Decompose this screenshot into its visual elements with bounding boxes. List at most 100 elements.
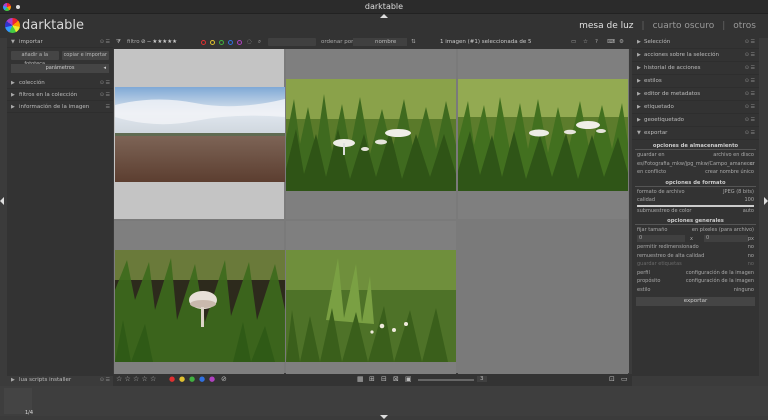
file-format-select[interactable]: formato de archivo JPEG (8 bits) — [632, 188, 759, 197]
color-label-green[interactable] — [219, 40, 224, 45]
clear-labels-icon[interactable]: ⊘ — [221, 375, 227, 383]
module-export[interactable]: ▼ exportar ⊙ ☰ — [632, 127, 759, 140]
color-label-yellow[interactable] — [210, 40, 215, 45]
store-tags-select[interactable]: guardar etiquetas no — [632, 260, 759, 269]
focus-peaking-icon[interactable]: ⊡ — [609, 375, 615, 383]
module-image-information[interactable]: ▶ información de la imagen ☰ — [7, 101, 113, 113]
module-menu-icon[interactable]: ⊙ ☰ — [745, 36, 755, 49]
module-menu-icon[interactable]: ⊙ ☰ — [745, 127, 755, 140]
field-value: 100 — [744, 197, 754, 203]
parameters-toggle[interactable]: parámetros ◂ — [11, 64, 109, 73]
shortcuts-icon[interactable]: ⌨ — [607, 39, 615, 45]
collapse-top-panel-icon[interactable] — [380, 14, 388, 18]
module-reset-icon[interactable]: ⊙ ☰ — [100, 36, 110, 48]
view-other[interactable]: otros — [733, 21, 756, 31]
module-menu-icon[interactable]: ⊙ ☰ — [100, 374, 110, 386]
culling-dynamic-icon[interactable]: ⊠ — [393, 375, 399, 383]
collapse-left-panel-icon[interactable] — [0, 197, 4, 205]
yellow-label-icon[interactable]: ● — [179, 375, 185, 383]
module-styles[interactable]: ▶ estilos ⊙ ☰ — [632, 75, 759, 88]
grouping-icon[interactable]: ▭ — [571, 39, 576, 45]
view-darkroom[interactable]: cuarto oscuro — [653, 21, 715, 31]
red-label-icon[interactable]: ● — [169, 375, 175, 383]
thumbnail-cell[interactable] — [114, 221, 285, 391]
intent-select[interactable]: propósito configuración de la imagen — [632, 277, 759, 286]
zoom-slider[interactable] — [418, 379, 474, 381]
module-menu-icon[interactable]: ⊙ ☰ — [100, 89, 110, 101]
height-input[interactable]: 0 — [704, 234, 748, 242]
on-conflict-select[interactable]: en conflicto crear nombre único — [632, 168, 759, 177]
overlays-star-icon[interactable]: ☆ — [583, 39, 588, 45]
color-op-icon[interactable]: ◌ — [247, 39, 252, 45]
filter-icon[interactable]: ⧩ — [116, 39, 121, 46]
collapse-right-panel-icon[interactable] — [764, 197, 768, 205]
star-rating[interactable]: ☆ ☆ ☆ ☆ ☆ — [116, 375, 156, 383]
profile-select[interactable]: perfil configuración de la imagen — [632, 269, 759, 278]
copy-import-button[interactable]: copiar e importar — [61, 51, 109, 60]
rating-filter[interactable]: ⊘ ─ ★★★★★ — [141, 39, 177, 45]
module-metadata-editor[interactable]: ▶ editor de metadatos ⊙ ☰ — [632, 88, 759, 101]
sort-select[interactable]: nombre — [353, 38, 407, 46]
blue-label-icon[interactable]: ● — [199, 375, 205, 383]
view-lighttable[interactable]: mesa de luz — [579, 21, 633, 31]
preview-icon[interactable]: ▣ — [405, 375, 412, 383]
field-value: ninguno — [733, 286, 754, 293]
collapse-bottom-panel-icon[interactable] — [380, 415, 388, 419]
style-select[interactable]: estilo ninguno — [632, 286, 759, 295]
high-quality-resampling-select[interactable]: remuestreo de alta calidad no — [632, 252, 759, 261]
module-menu-icon[interactable]: ⊙ ☰ — [745, 62, 755, 75]
thumbnail-cell-selected[interactable] — [114, 49, 285, 219]
chroma-subsampling-select[interactable]: submuestreo de color auto — [632, 207, 759, 216]
module-geotagging[interactable]: ▶ geoetiquetado ⊙ ☰ — [632, 114, 759, 127]
color-label-red[interactable] — [201, 40, 206, 45]
module-menu-icon[interactable]: ⊙ ☰ — [745, 49, 755, 62]
search-input[interactable] — [268, 38, 316, 46]
module-menu-icon[interactable]: ☰ — [106, 101, 110, 113]
quality-slider[interactable]: calidad 100 — [632, 196, 759, 205]
export-path-input[interactable]: es/Fotografia_mkw/jpg_mkw/Campo_amanecer… — [632, 160, 759, 169]
module-collection-filters[interactable]: ▶ filtros en la colección ⊙ ☰ — [7, 89, 113, 101]
color-label-blue[interactable] — [228, 40, 233, 45]
collapsed-arrow-icon: ▶ — [11, 92, 15, 98]
module-menu-icon[interactable]: ⊙ ☰ — [100, 77, 110, 89]
field-value: no — [747, 252, 754, 259]
culling-icon[interactable]: ⊟ — [381, 375, 387, 383]
purple-label-icon[interactable]: ● — [209, 375, 215, 383]
width-input[interactable]: 0 — [637, 234, 685, 242]
app-header: darktable mesa de luz | cuarto oscuro | … — [0, 14, 768, 38]
target-storage-select[interactable]: guardar en archivo en disco — [632, 151, 759, 160]
module-menu-icon[interactable]: ⊙ ☰ — [745, 101, 755, 114]
module-collection[interactable]: ▶ colección ⊙ ☰ — [7, 77, 113, 89]
thumbnail-cell[interactable] — [286, 49, 456, 219]
green-label-icon[interactable]: ● — [189, 375, 195, 383]
set-size-select[interactable]: fijar tamaño en píxeles (para archivo) — [632, 226, 759, 235]
module-history-stack[interactable]: ▶ historial de acciones ⊙ ☰ — [632, 62, 759, 75]
module-selection[interactable]: ▶ Selección ⊙ ☰ — [632, 36, 759, 49]
field-value: configuración de la imagen — [685, 278, 754, 284]
field-value: configuración de la imagen — [685, 269, 754, 276]
module-menu-icon[interactable]: ⊙ ☰ — [745, 88, 755, 101]
thumbnail-grass-meadow — [286, 250, 456, 362]
thumbnail-cell[interactable] — [286, 221, 456, 391]
expanded-arrow-icon: ▼ — [637, 130, 641, 136]
module-import-header[interactable]: ▼ importar ⊙ ☰ — [7, 36, 113, 48]
add-to-library-button[interactable]: añadir a la fototeca — [11, 51, 59, 67]
module-menu-icon[interactable]: ⊙ ☰ — [745, 114, 755, 127]
display-profile-icon[interactable]: ▭ — [621, 375, 628, 383]
zoom-value[interactable]: 3 — [477, 376, 487, 382]
export-button[interactable]: exportar — [636, 297, 755, 306]
module-selected-actions[interactable]: ▶ acciones sobre la selección ⊙ ☰ — [632, 49, 759, 62]
folder-icon[interactable]: ▭ — [749, 160, 754, 169]
color-label-purple[interactable] — [237, 40, 242, 45]
preferences-gear-icon[interactable]: ⚙ — [619, 39, 624, 45]
module-tagging[interactable]: ▶ etiquetado ⊙ ☰ — [632, 101, 759, 114]
grid-layout-icon[interactable]: ▦ — [357, 375, 364, 383]
sort-direction-icon[interactable]: ⇅ — [411, 39, 416, 45]
allow-upscaling-select[interactable]: permitir redimensionado no — [632, 243, 759, 252]
help-icon[interactable]: ? — [595, 39, 598, 45]
module-lua-scripts[interactable]: ▶ lua scripts installer ⊙ ☰ — [7, 374, 113, 386]
module-label: editor de metadatos — [644, 91, 701, 97]
module-menu-icon[interactable]: ⊙ ☰ — [745, 75, 755, 88]
thumbnail-cell[interactable] — [458, 49, 628, 219]
zoomable-layout-icon[interactable]: ⊞ — [369, 375, 375, 383]
